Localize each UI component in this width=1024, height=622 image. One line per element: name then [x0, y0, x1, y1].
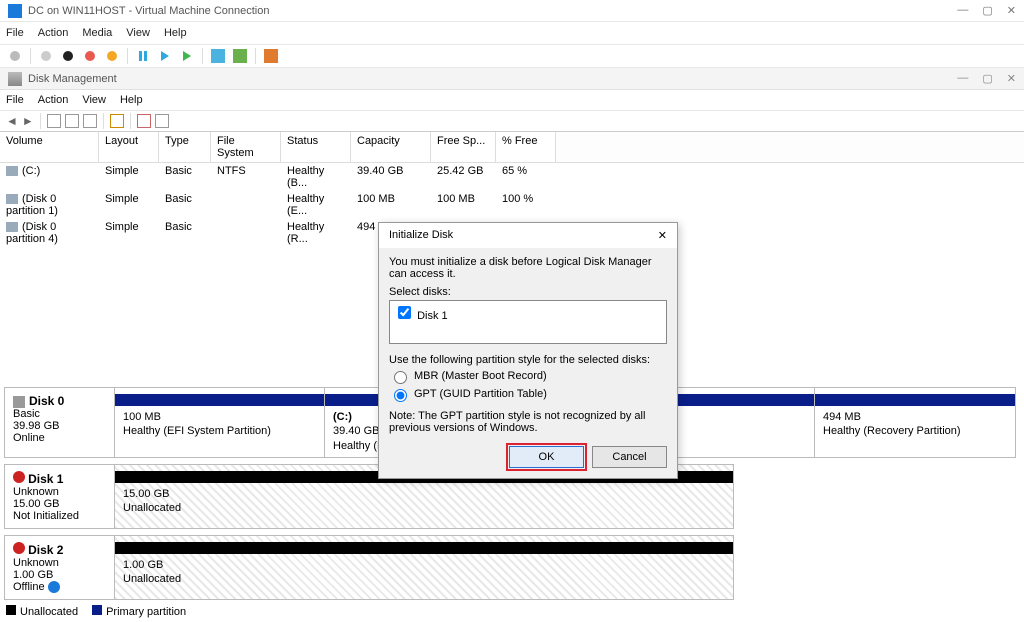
volume-icon — [6, 166, 18, 176]
col-layout[interactable]: Layout — [99, 132, 159, 162]
col-type[interactable]: Type — [159, 132, 211, 162]
disk-icon — [13, 396, 25, 408]
col-pctfree[interactable]: % Free — [496, 132, 556, 162]
close-icon[interactable]: ✕ — [1007, 4, 1016, 17]
pause-icon[interactable] — [134, 47, 152, 65]
tb-icon3[interactable] — [83, 114, 97, 128]
hyperv-icon — [8, 4, 22, 18]
dm-titlebar: Disk Management — ▢ ✕ — [0, 68, 1024, 90]
vm-title: DC on WIN11HOST - Virtual Machine Connec… — [28, 5, 270, 17]
volume-icon — [6, 194, 18, 204]
vm-titlebar: DC on WIN11HOST - Virtual Machine Connec… — [0, 0, 1024, 22]
minimize-icon[interactable]: — — [957, 4, 968, 17]
dm-menu-help[interactable]: Help — [120, 94, 143, 106]
dm-menu-view[interactable]: View — [82, 94, 106, 106]
radio-gpt[interactable]: GPT (GUID Partition Table) — [389, 386, 667, 402]
col-free[interactable]: Free Sp... — [431, 132, 496, 162]
diskmgmt-icon — [8, 72, 22, 86]
col-status[interactable]: Status — [281, 132, 351, 162]
dm-minimize-icon[interactable]: — — [957, 72, 968, 85]
vm-menu-action[interactable]: Action — [38, 27, 69, 39]
disk-checkbox[interactable] — [398, 306, 411, 319]
vm-menu-view[interactable]: View — [126, 27, 150, 39]
dialog-title: Initialize Disk — [389, 229, 453, 242]
maximize-icon[interactable]: ▢ — [982, 4, 992, 17]
disk-list[interactable]: Disk 1 — [389, 300, 667, 344]
volume-icon — [6, 222, 18, 232]
disk-row-2[interactable]: Disk 2 Unknown1.00 GB Offline 1.00 GBUna… — [4, 535, 734, 600]
vm-toolbar — [0, 44, 1024, 68]
disk-header: Disk 1 Unknown15.00 GBNot Initialized — [5, 465, 115, 528]
ctrl-alt-del-icon[interactable] — [6, 47, 24, 65]
start-icon[interactable] — [37, 47, 55, 65]
checkpoint-icon[interactable] — [178, 47, 196, 65]
save-icon[interactable] — [103, 47, 121, 65]
vm-menu-media[interactable]: Media — [82, 27, 112, 39]
dialog-titlebar: Initialize Disk ✕ — [379, 223, 677, 248]
dm-close-icon[interactable]: ✕ — [1007, 72, 1016, 85]
reset-icon[interactable] — [156, 47, 174, 65]
partition[interactable]: 494 MBHealthy (Recovery Partition) — [815, 388, 1015, 457]
tb-icon2[interactable] — [65, 114, 79, 128]
vm-menu-help[interactable]: Help — [164, 27, 187, 39]
select-disks-label: Select disks: — [389, 286, 667, 298]
dm-menu: File Action View Help — [0, 90, 1024, 110]
dialog-message: You must initialize a disk before Logica… — [389, 256, 667, 280]
dm-title: Disk Management — [28, 73, 117, 85]
volume-row[interactable]: (Disk 0 partition 1) SimpleBasicHealthy … — [0, 191, 1024, 219]
dialog-close-icon[interactable]: ✕ — [658, 229, 667, 242]
partition-unallocated[interactable]: 1.00 GBUnallocated — [115, 536, 733, 599]
info-icon[interactable] — [48, 581, 60, 593]
dm-toolbar: ◄ ► — [0, 110, 1024, 132]
disk-header: Disk 0 Basic39.98 GBOnline — [5, 388, 115, 457]
legend-swatch-primary — [92, 605, 102, 615]
vm-menu: File Action Media View Help — [0, 22, 1024, 44]
disk-header: Disk 2 Unknown1.00 GB Offline — [5, 536, 115, 599]
legend-swatch-unallocated — [6, 605, 16, 615]
revert-icon[interactable] — [209, 47, 227, 65]
turnoff-icon[interactable] — [59, 47, 77, 65]
disk-warn-icon — [13, 542, 25, 554]
tb-icon4[interactable] — [110, 114, 124, 128]
tb-icon1[interactable] — [47, 114, 61, 128]
col-volume[interactable]: Volume — [0, 132, 99, 162]
col-fs[interactable]: File System — [211, 132, 281, 162]
partition-style-label: Use the following partition style for th… — [389, 354, 667, 366]
shutdown-icon[interactable] — [81, 47, 99, 65]
tb-icon5[interactable] — [137, 114, 151, 128]
initialize-disk-dialog: Initialize Disk ✕ You must initialize a … — [378, 222, 678, 479]
radio-mbr[interactable]: MBR (Master Boot Record) — [389, 368, 667, 384]
volume-row[interactable]: (C:) SimpleBasicNTFSHealthy (B...39.40 G… — [0, 163, 1024, 191]
share-icon[interactable] — [262, 47, 280, 65]
dm-maximize-icon[interactable]: ▢ — [982, 72, 992, 85]
back-icon[interactable]: ◄ — [6, 114, 18, 128]
dm-menu-action[interactable]: Action — [38, 94, 69, 106]
disk-checkbox-item[interactable]: Disk 1 — [394, 310, 448, 322]
dialog-note: Note: The GPT partition style is not rec… — [389, 410, 667, 434]
legend: Unallocated Primary partition — [6, 605, 186, 618]
forward-icon[interactable]: ► — [22, 114, 34, 128]
mbr-radio[interactable] — [394, 371, 407, 384]
disk-warn-icon — [13, 471, 25, 483]
cancel-button[interactable]: Cancel — [592, 446, 667, 468]
enhanced-icon[interactable] — [231, 47, 249, 65]
gpt-radio[interactable] — [394, 389, 407, 402]
volume-header: Volume Layout Type File System Status Ca… — [0, 132, 1024, 163]
ok-button[interactable]: OK — [509, 446, 584, 468]
vm-menu-file[interactable]: File — [6, 27, 24, 39]
dm-menu-file[interactable]: File — [6, 94, 24, 106]
partition[interactable]: 100 MBHealthy (EFI System Partition) — [115, 388, 325, 457]
tb-icon6[interactable] — [155, 114, 169, 128]
col-capacity[interactable]: Capacity — [351, 132, 431, 162]
